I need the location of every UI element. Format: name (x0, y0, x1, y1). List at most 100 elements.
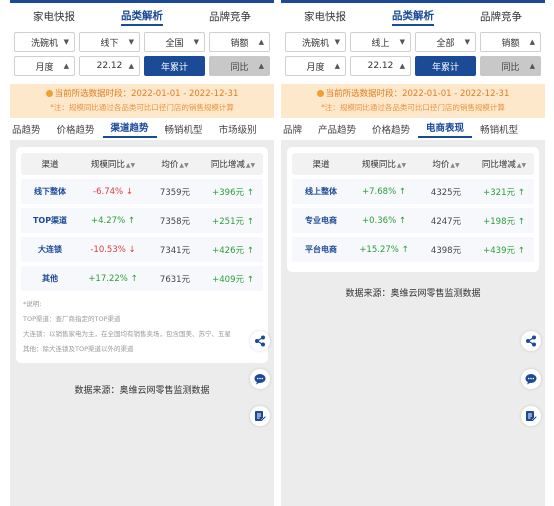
region-select[interactable]: 全国 ▼ (144, 32, 205, 52)
row-price: 7359元 (159, 187, 191, 198)
main-nav: 家电快报 品类解析 品牌竞争 (10, 3, 274, 30)
subtab-brand[interactable]: 品牌 (281, 122, 310, 136)
subtab-channel-trend[interactable]: 渠道趋势 (102, 120, 157, 138)
row-delta: +439元 ↑ (474, 244, 534, 256)
row-delta-value: +426元 (212, 245, 245, 256)
cumulative-button[interactable]: 年累计 (144, 56, 205, 76)
header-price-label: 均价 (161, 160, 179, 170)
header-delta[interactable]: 同比增减▲▼ (474, 158, 534, 170)
chat-icon (525, 374, 537, 385)
subtab-ecommerce[interactable]: 电商表现 (418, 120, 473, 138)
edit-button[interactable] (521, 406, 541, 426)
subtab-price-trend[interactable]: 价格趋势 (49, 122, 103, 136)
tab-category-analysis[interactable]: 品类解析 (121, 8, 163, 26)
subtab-market-level[interactable]: 市场级别 (211, 122, 265, 136)
header-price[interactable]: 均价▲▼ (418, 158, 474, 170)
row-yoy: +0.36% ↑ (350, 216, 418, 226)
caret-down-icon: ▼ (128, 38, 134, 46)
month-select[interactable]: 22.12 ▲ (79, 56, 140, 76)
tab-brand-competition[interactable]: 品牌竞争 (209, 9, 251, 24)
subtab-best-models[interactable]: 畅销机型 (157, 122, 211, 136)
row-yoy-value: +17.22% (88, 273, 128, 284)
row-yoy: +7.68% ↑ (350, 187, 418, 197)
tab-category-analysis[interactable]: 品类解析 (392, 8, 434, 26)
cumulative-button[interactable]: 年累计 (415, 56, 476, 76)
channel-select[interactable]: 线下 ▼ (79, 32, 140, 52)
row-delta: +426元 ↑ (203, 244, 263, 256)
channel-select[interactable]: 线上 ▼ (350, 32, 411, 52)
arrow-up-icon: ↑ (127, 215, 135, 226)
subtab-price-trend[interactable]: 价格趋势 (364, 122, 418, 136)
caret-down-icon: ▼ (63, 38, 69, 46)
compare-value: 同比 (501, 62, 520, 73)
arrow-up-icon: ↑ (246, 274, 254, 285)
arrow-up-icon: ↑ (246, 216, 254, 227)
chat-icon (254, 374, 266, 385)
caret-up-icon: ▲ (128, 62, 134, 70)
share-icon (526, 335, 536, 347)
header-delta[interactable]: 同比增减▲▼ (203, 158, 263, 170)
header-yoy[interactable]: 规模同比▲▼ (350, 158, 418, 170)
arrow-up-icon: ↑ (401, 244, 409, 255)
header-yoy[interactable]: 规模同比▲▼ (79, 158, 147, 170)
metric-select[interactable]: 销额 ▲ (480, 32, 541, 52)
note-line: TOP渠道：查厂商指定的TOP渠道 (23, 315, 121, 323)
region-value: 全国 (165, 38, 184, 49)
region-select[interactable]: 全部 ▼ (415, 32, 476, 52)
tab-appliance-news[interactable]: 家电快报 (33, 9, 75, 24)
period-select[interactable]: 月度 ▲ (14, 56, 75, 76)
header-price[interactable]: 均价▲▼ (147, 158, 203, 170)
row-yoy-value: +15.27% (359, 244, 399, 255)
left-screen: 家电快报 品类解析 品牌竞争 洗碗机 ▼ 线下 ▼ 全国 ▼ 销额 ▲ 月度 ▲ 22.1… (10, 0, 274, 506)
compare-select[interactable]: 同比 ▲ (480, 56, 541, 76)
month-value: 22.12 (96, 61, 123, 71)
data-source: 数据来源：奥维云网零售监测数据 (345, 289, 481, 299)
row-channel: 平台电商 (305, 245, 337, 254)
chat-button[interactable] (521, 369, 541, 389)
row-channel: 线上整体 (305, 187, 337, 196)
tab-brand-competition[interactable]: 品牌竞争 (480, 9, 522, 24)
info-dot-icon (316, 90, 324, 97)
table-header: 渠道 规模同比▲▼ 均价▲▼ 同比增减▲▼ (21, 153, 263, 175)
category-value: 洗碗机 (30, 38, 58, 49)
row-channel: 专业电商 (305, 216, 337, 225)
header-yoy-label: 规模同比 (361, 160, 396, 170)
month-select[interactable]: 22.12 ▲ (350, 56, 411, 76)
header-channel: 渠道 (312, 160, 330, 170)
note-line: 大连锁：以销售家电为主，在全国均有销售卖场，包含国美、苏宁、五星 (23, 330, 231, 338)
arrow-up-icon: ↑ (130, 273, 138, 284)
subtab-product-trend[interactable]: 产品趋势 (310, 122, 364, 136)
period-select[interactable]: 月度 ▲ (285, 56, 346, 76)
sort-icon: ▲▼ (450, 162, 460, 169)
category-select[interactable]: 洗碗机 ▼ (285, 32, 346, 52)
metric-select[interactable]: 销额 ▲ (209, 32, 270, 52)
table-header: 渠道 规模同比▲▼ 均价▲▼ 同比增减▲▼ (292, 153, 534, 175)
period-value: 月度 (306, 62, 325, 73)
tab-appliance-news[interactable]: 家电快报 (304, 9, 346, 24)
row-yoy-value: +4.27% (91, 215, 126, 226)
subtab-best-models[interactable]: 畅销机型 (472, 122, 526, 136)
sort-icon: ▲▼ (396, 162, 407, 169)
category-select[interactable]: 洗碗机 ▼ (14, 32, 75, 52)
row-yoy: +17.22% ↑ (79, 274, 147, 284)
arrow-up-icon: ↑ (398, 186, 406, 197)
caret-down-icon: ▼ (334, 38, 340, 46)
sort-icon: ▲▼ (516, 162, 527, 169)
table-row: 专业电商 +0.36% ↑ 4247元 +198元 ↑ (292, 208, 534, 233)
subtab-trend[interactable]: 品趋势 (10, 122, 49, 136)
row-yoy-value: -10.53% (90, 244, 126, 255)
header-channel: 渠道 (41, 160, 59, 170)
sort-icon: ▲▼ (125, 162, 136, 169)
compare-select[interactable]: 同比 ▲ (209, 56, 270, 76)
main-nav: 家电快报 品类解析 品牌竞争 (281, 3, 545, 30)
chat-button[interactable] (250, 369, 270, 389)
share-button[interactable] (521, 331, 541, 351)
edit-button[interactable] (250, 406, 270, 426)
table-row: 平台电商 +15.27% ↑ 4398元 +439元 ↑ (292, 237, 534, 262)
arrow-up-icon: ↑ (517, 187, 525, 198)
row-yoy: +15.27% ↑ (350, 245, 418, 255)
caret-up-icon: ▲ (399, 62, 405, 70)
metric-value: 销额 (230, 38, 249, 49)
caret-up-icon: ▲ (334, 62, 340, 70)
share-button[interactable] (250, 331, 270, 351)
